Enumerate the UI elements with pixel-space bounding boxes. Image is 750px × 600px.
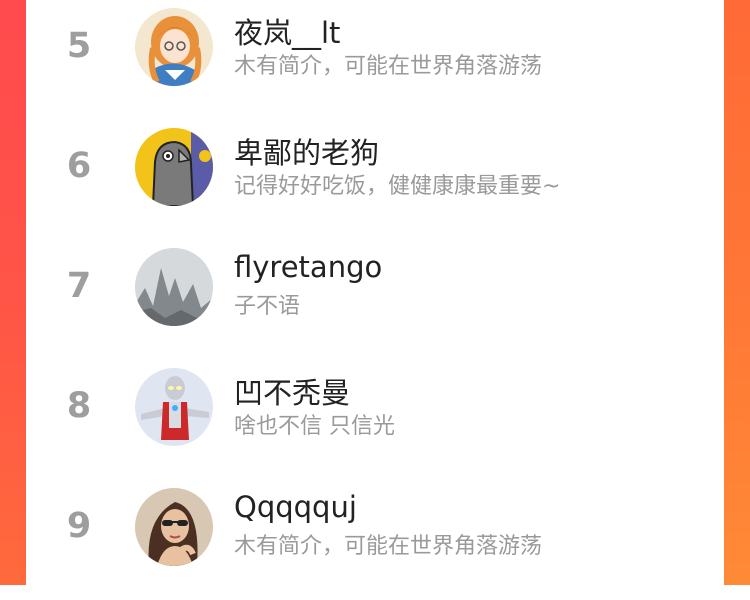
user-bio: 子不语 <box>234 294 301 319</box>
ranking-row-5[interactable]: 5 夜岚__lt 木有简介，可能在世界角落游荡 <box>26 0 724 120</box>
user-name[interactable]: 凹不秃曼 <box>234 370 350 412</box>
rank-number: 8 <box>66 386 92 426</box>
ranking-row-6[interactable]: 6 卑鄙的老狗 记得好好吃饭，健健康康最重要~ <box>26 120 724 240</box>
rank-number: 9 <box>66 506 92 546</box>
rank-number: 6 <box>66 146 92 186</box>
ranking-row-9[interactable]: 9 Qqqqquj 木有简介，可能在世界角落游荡 <box>26 480 724 600</box>
user-bio: 木有简介，可能在世界角落游荡 <box>234 534 543 559</box>
right-background-edge <box>724 0 750 585</box>
user-bio: 啥也不信 只信光 <box>234 414 395 439</box>
ranking-row-7[interactable]: 7 flyretango 子不语 <box>26 240 724 360</box>
rank-number: 7 <box>66 266 92 306</box>
user-name[interactable]: 卑鄙的老狗 <box>234 130 379 172</box>
ranking-row-8[interactable]: 8 凹不秃曼 啥也不信 只信光 <box>26 360 724 480</box>
pigeon-avatar[interactable] <box>135 128 213 206</box>
misty-mountain-avatar[interactable] <box>135 248 213 326</box>
left-background-edge <box>0 0 26 585</box>
user-name[interactable]: 夜岚__lt <box>234 10 340 52</box>
woman-sunglasses-avatar[interactable] <box>135 488 213 566</box>
ranking-list-card: 5 夜岚__lt 木有简介，可能在世界角落游荡 6 卑鄙的老狗 记得好好吃饭，健… <box>26 0 724 585</box>
user-name[interactable]: Qqqqquj <box>234 490 357 524</box>
ultraman-avatar[interactable] <box>135 368 213 446</box>
rank-number: 5 <box>66 26 92 66</box>
user-bio: 木有简介，可能在世界角落游荡 <box>234 54 543 79</box>
user-name[interactable]: flyretango <box>234 250 382 284</box>
anime-girl-avatar[interactable] <box>135 8 213 86</box>
user-bio: 记得好好吃饭，健健康康最重要~ <box>234 174 561 199</box>
